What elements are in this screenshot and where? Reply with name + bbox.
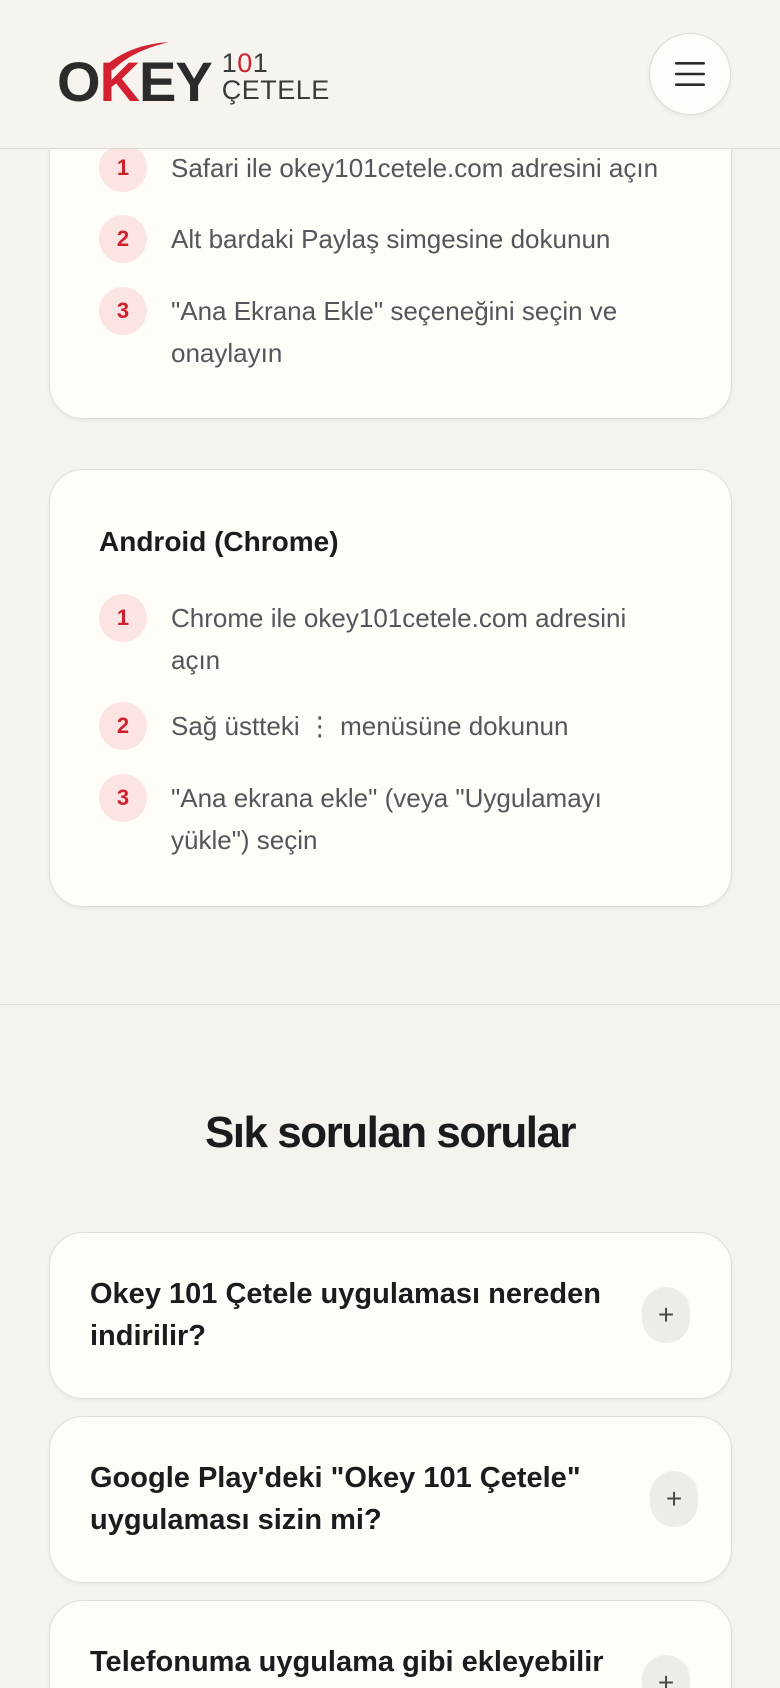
faq-item[interactable]: Google Play'deki "Okey 101 Çetele" uygul… xyxy=(49,1416,732,1583)
android-step-2: 2 Sağ üstteki ⋮ menüsüne dokunun xyxy=(99,702,699,750)
faq-title: Sık sorulan sorular xyxy=(204,1108,577,1157)
step-text: Chrome ile okey101cetele.com adresini aç… xyxy=(171,603,627,675)
ios-step-1: 1 Safari ile okey101cetele.com adresini … xyxy=(99,144,699,192)
step-number: 1 xyxy=(99,144,147,192)
logo-wordmark: OKEY xyxy=(57,42,213,110)
plus-icon[interactable]: + xyxy=(642,1655,690,1688)
ios-step-2: 2 Alt bardaki Paylaş simgesine dokunun xyxy=(99,215,699,263)
faq-question: Okey 101 Çetele uygulaması nereden indir… xyxy=(90,1278,601,1352)
step-number: 2 xyxy=(99,702,147,750)
site-logo[interactable]: OKEY 101 ÇETELE xyxy=(57,40,357,110)
section-divider xyxy=(0,1004,780,1005)
ios-step-3: 3 "Ana Ekrana Ekle" seçeneğini seçin ve … xyxy=(99,287,699,374)
plus-icon[interactable]: + xyxy=(642,1287,690,1343)
faq-question: Telefonuma uygulama gibi ekleyebilir miy… xyxy=(90,1646,604,1678)
menu-button[interactable] xyxy=(649,33,731,115)
site-header: OKEY 101 ÇETELE xyxy=(0,0,780,149)
logo-swoosh-icon xyxy=(103,42,169,70)
hamburger-icon xyxy=(675,62,705,86)
step-text: "Ana ekrana ekle" (veya "Uygulamayı yükl… xyxy=(171,783,602,855)
android-step-3: 3 "Ana ekrana ekle" (veya "Uygulamayı yü… xyxy=(99,774,699,861)
step-number: 3 xyxy=(99,774,147,822)
faq-item[interactable]: Telefonuma uygulama gibi ekleyebilir miy… xyxy=(49,1600,732,1688)
step-text: Safari ile okey101cetele.com adresini aç… xyxy=(171,153,659,183)
faq-item[interactable]: Okey 101 Çetele uygulaması nereden indir… xyxy=(49,1232,732,1399)
page: 1 Safari ile okey101cetele.com adresini … xyxy=(0,0,780,1688)
android-install-card: Android (Chrome) 1 Chrome ile okey101cet… xyxy=(49,469,732,907)
android-step-1: 1 Chrome ile okey101cetele.com adresini … xyxy=(99,594,699,681)
logo-sub-0: 0 xyxy=(237,48,253,78)
step-number: 3 xyxy=(99,287,147,335)
step-text: Alt bardaki Paylaş simgesine dokunun xyxy=(171,224,611,254)
card-title: Android (Chrome) xyxy=(99,526,339,557)
logo-subtitle: 101 ÇETELE xyxy=(222,50,357,104)
faq-question: Google Play'deki "Okey 101 Çetele" uygul… xyxy=(90,1462,581,1536)
plus-icon[interactable]: + xyxy=(650,1471,698,1527)
step-text: "Ana Ekrana Ekle" seçeneğini seçin ve on… xyxy=(171,296,618,368)
logo-sub-1: 1 xyxy=(221,48,238,78)
step-text: Sağ üstteki ⋮ menüsüne dokunun xyxy=(171,711,569,741)
logo-letter-o: O xyxy=(57,50,101,113)
step-number: 1 xyxy=(99,594,147,642)
step-number: 2 xyxy=(99,215,147,263)
